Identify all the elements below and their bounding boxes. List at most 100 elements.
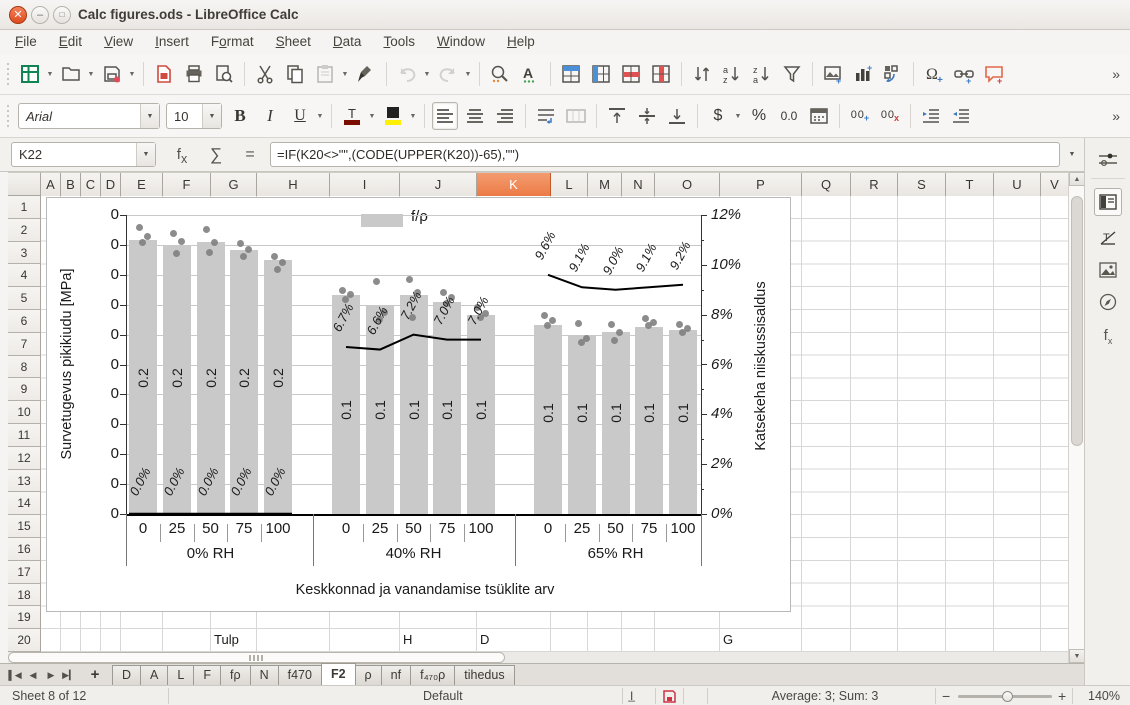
equals-icon[interactable]: = (238, 142, 262, 167)
scroll-up-icon[interactable]: ▲ (1069, 172, 1085, 186)
row-header-16[interactable]: 16 (8, 538, 41, 561)
menu-sheet[interactable]: Sheet (265, 30, 322, 54)
insert-comment-icon[interactable]: + (981, 60, 1007, 88)
font-name-combo[interactable]: Arial▼ (18, 103, 160, 129)
menu-help[interactable]: Help (496, 30, 546, 54)
next-sheet-icon[interactable]: ▶ (42, 665, 60, 685)
toolbar-grip[interactable] (5, 63, 12, 85)
column-header-G[interactable]: G (211, 173, 257, 196)
column-header-H[interactable]: H (257, 173, 330, 196)
vertical-scrollbar-thumb[interactable] (1071, 196, 1083, 446)
highlight-color-dropdown-icon[interactable]: ▼ (408, 102, 418, 130)
first-sheet-icon[interactable]: ▌◀ (6, 665, 24, 685)
sheet-tab-f₄₇₀ρ[interactable]: f₄₇₀ρ (410, 665, 455, 685)
font-name-dropdown-icon[interactable]: ▼ (140, 104, 159, 128)
delete-column-icon[interactable] (648, 60, 674, 88)
spelling-icon[interactable]: A (517, 60, 543, 88)
sidebar-properties-icon[interactable] (1094, 188, 1122, 216)
column-header-S[interactable]: S (898, 173, 946, 196)
cut-icon[interactable] (252, 60, 278, 88)
delete-row-icon[interactable] (618, 60, 644, 88)
sheet-tab-nf[interactable]: nf (381, 665, 411, 685)
align-top-icon[interactable] (604, 102, 630, 130)
bold-icon[interactable]: B (227, 102, 253, 130)
decrease-indent-icon[interactable] (948, 102, 974, 130)
column-header-A[interactable]: A (41, 173, 61, 196)
column-header-M[interactable]: M (588, 173, 622, 196)
embedded-chart[interactable]: f/ρ 000000000000%2%4%6%8%10%12%Survetuge… (46, 197, 791, 612)
sheet-tab-D[interactable]: D (112, 665, 141, 685)
font-color-icon[interactable]: T (339, 102, 365, 130)
column-header-I[interactable]: I (330, 173, 400, 196)
menu-window[interactable]: Window (426, 30, 496, 54)
vertical-scrollbar[interactable]: ▲ ▼ (1068, 172, 1084, 663)
underline-dropdown-icon[interactable]: ▼ (315, 102, 325, 130)
column-header-Q[interactable]: Q (802, 173, 851, 196)
zoom-out-icon[interactable]: − (942, 686, 950, 705)
autofilter-icon[interactable] (779, 60, 805, 88)
function-wizard-icon[interactable]: fx (170, 142, 194, 167)
previous-sheet-icon[interactable]: ◀ (24, 665, 42, 685)
new-spreadsheet-icon[interactable] (17, 60, 43, 88)
sheet-tab-fρ[interactable]: fρ (220, 665, 251, 685)
column-header-P[interactable]: P (720, 173, 802, 196)
highlight-color-icon[interactable] (380, 102, 406, 130)
horizontal-scrollbar-thumb[interactable] (8, 652, 505, 663)
italic-icon[interactable]: I (257, 102, 283, 130)
horizontal-scrollbar[interactable] (8, 652, 1068, 663)
row-header-4[interactable]: 4 (8, 264, 41, 287)
align-left-icon[interactable] (432, 102, 458, 130)
font-color-dropdown-icon[interactable]: ▼ (367, 102, 377, 130)
row-header-19[interactable]: 19 (8, 606, 41, 629)
column-header-K[interactable]: K (477, 173, 551, 196)
insert-chart-icon[interactable]: + (850, 60, 876, 88)
add-decimal-icon[interactable]: 0 0+ (847, 102, 873, 130)
format-currency-icon[interactable]: $ (705, 102, 731, 130)
format-percent-icon[interactable]: % (746, 102, 772, 130)
sidebar-styles-icon[interactable]: T (1094, 224, 1122, 252)
align-right-icon[interactable] (492, 102, 518, 130)
column-header-B[interactable]: B (61, 173, 81, 196)
menu-view[interactable]: View (93, 30, 144, 54)
menu-insert[interactable]: Insert (144, 30, 200, 54)
toolbar-grip[interactable] (5, 105, 12, 127)
sidebar-functions-icon[interactable]: fx (1094, 322, 1122, 350)
column-header-E[interactable]: E (121, 173, 163, 196)
save-dropdown-icon[interactable]: ▼ (127, 60, 137, 88)
column-header-R[interactable]: R (851, 173, 898, 196)
column-header-O[interactable]: O (655, 173, 720, 196)
column-header-U[interactable]: U (994, 173, 1041, 196)
row-header-8[interactable]: 8 (8, 356, 41, 379)
row-header-13[interactable]: 13 (8, 470, 41, 493)
row-header-11[interactable]: 11 (8, 424, 41, 447)
row-header-14[interactable]: 14 (8, 492, 41, 515)
column-header-N[interactable]: N (622, 173, 655, 196)
sheet-tab-F2[interactable]: F2 (321, 663, 356, 685)
cell-K20[interactable]: D (480, 629, 489, 651)
insert-mode-icon[interactable]: I̲ (630, 686, 633, 705)
column-header-V[interactable]: V (1041, 173, 1068, 196)
maximize-button[interactable]: □ (53, 6, 71, 24)
row-header-17[interactable]: 17 (8, 561, 41, 584)
menu-tools[interactable]: Tools (372, 30, 426, 54)
scroll-down-icon[interactable]: ▼ (1069, 649, 1085, 663)
sort-descending-icon[interactable]: za (749, 60, 775, 88)
copy-icon[interactable] (282, 60, 308, 88)
menu-format[interactable]: Format (200, 30, 265, 54)
sheet-tab-A[interactable]: A (140, 665, 168, 685)
sheet-tab-F[interactable]: F (193, 665, 221, 685)
page-style[interactable]: Default (423, 686, 463, 705)
paste-dropdown-icon[interactable]: ▼ (340, 60, 350, 88)
sheet-tab-N[interactable]: N (250, 665, 279, 685)
name-box[interactable]: K22 ▼ (11, 142, 156, 167)
sidebar-navigator-icon[interactable] (1094, 288, 1122, 316)
font-size-dropdown-icon[interactable]: ▼ (202, 104, 221, 128)
column-header-F[interactable]: F (163, 173, 211, 196)
center-vertically-icon[interactable] (634, 102, 660, 130)
add-sheet-button[interactable]: + (84, 665, 106, 685)
column-header-D[interactable]: D (101, 173, 121, 196)
insert-row-above-icon[interactable] (558, 60, 584, 88)
row-header-18[interactable]: 18 (8, 584, 41, 607)
expand-formula-bar-icon[interactable]: ▼ (1062, 146, 1082, 164)
sidebar-gallery-icon[interactable] (1094, 256, 1122, 284)
